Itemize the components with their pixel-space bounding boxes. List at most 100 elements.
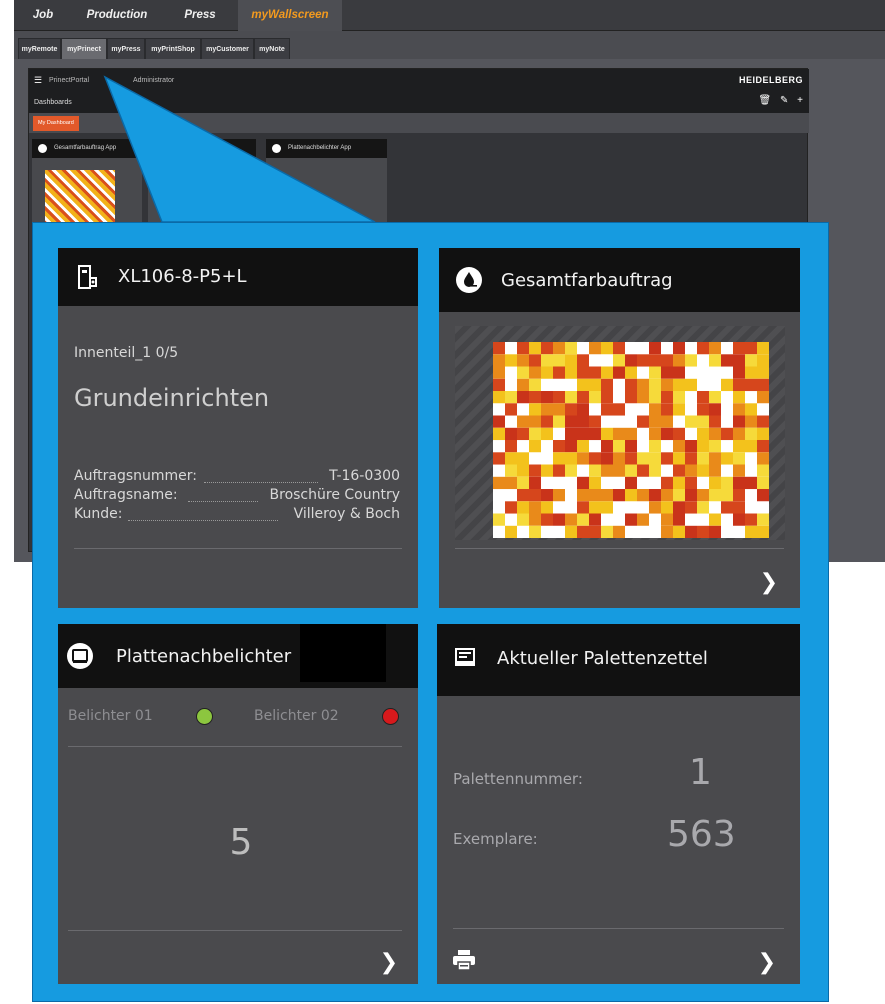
ink-coverage-cell xyxy=(553,342,565,355)
edit-icon[interactable]: ✎ xyxy=(780,95,788,106)
ink-coverage-cell xyxy=(733,501,745,514)
ink-coverage-cell xyxy=(553,464,565,477)
ink-coverage-cell xyxy=(721,427,733,441)
machine-icon xyxy=(76,264,100,290)
add-icon[interactable]: + xyxy=(797,95,803,106)
ink-coverage-cell xyxy=(709,391,721,404)
ink-coverage-cell xyxy=(565,452,577,465)
ink-coverage-cell xyxy=(637,378,649,392)
platesetter-tile[interactable]: Plattenachbelichter Belichter 01 Belicht… xyxy=(58,624,418,984)
ink-coverage-cell xyxy=(577,378,589,392)
ink-coverage-cell xyxy=(577,513,589,526)
ink-coverage-cell xyxy=(529,342,541,355)
ink-coverage-cell xyxy=(661,391,673,404)
ink-coverage-cell xyxy=(565,391,577,404)
ink-tile[interactable]: Gesamtfarbauftrag ❯ xyxy=(439,248,800,608)
top-tab-mywallscreen[interactable]: myWallscreen xyxy=(238,0,342,31)
ink-coverage-cell xyxy=(733,403,745,416)
sub-tab-myprinect[interactable]: myPrinect xyxy=(61,38,107,59)
pallet-number-label: Palettennummer: xyxy=(453,770,583,788)
ink-coverage-cell xyxy=(601,525,613,538)
ink-coverage-cell xyxy=(553,415,565,428)
ink-coverage-cell xyxy=(745,525,757,538)
sub-tab-mycustomer[interactable]: myCustomer xyxy=(201,38,254,59)
platesetter-tile-header: Plattenachbelichter xyxy=(58,624,418,688)
ink-coverage-cell xyxy=(589,427,601,441)
sub-tab-myprintshop[interactable]: myPrintShop xyxy=(145,38,201,59)
ink-coverage-cell xyxy=(697,501,709,514)
chevron-right-icon[interactable]: ❯ xyxy=(758,950,776,975)
ink-coverage-cell xyxy=(673,452,685,465)
ink-coverage-cell xyxy=(673,391,685,404)
ink-coverage-cell xyxy=(493,427,505,441)
ink-coverage-cell xyxy=(601,366,613,379)
ink-coverage-cell xyxy=(733,476,745,490)
ink-coverage-cell xyxy=(493,354,505,367)
sub-tab-myremote[interactable]: myRemote xyxy=(18,38,61,59)
ink-coverage-cell xyxy=(709,342,721,355)
ink-coverage-cell xyxy=(517,354,529,367)
ink-coverage-cell xyxy=(721,354,733,367)
exposer-02-label: Belichter 02 xyxy=(254,708,339,724)
sub-tab-mypress[interactable]: myPress xyxy=(107,38,145,59)
ink-coverage-cell xyxy=(577,440,589,453)
top-tab-press[interactable]: Press xyxy=(162,0,238,31)
top-tab-job[interactable]: Job xyxy=(14,0,72,31)
ink-coverage-cell xyxy=(757,513,769,526)
ink-coverage-cell xyxy=(757,366,769,379)
ink-coverage-cell xyxy=(541,489,553,502)
ink-coverage-cell xyxy=(661,501,673,514)
ink-coverage-cell xyxy=(589,501,601,514)
ink-coverage-cell xyxy=(541,342,553,355)
ink-coverage-cell xyxy=(661,366,673,379)
ink-coverage-cell xyxy=(601,378,613,392)
ink-coverage-cell xyxy=(601,403,613,416)
divider xyxy=(68,930,402,931)
ink-coverage-cell xyxy=(601,501,613,514)
ink-coverage-cell xyxy=(757,427,769,441)
top-tab-production[interactable]: Production xyxy=(72,0,162,31)
chevron-right-icon[interactable]: ❯ xyxy=(380,950,398,975)
machine-tile[interactable]: XL106-8-P5+L Innenteil_1 0/5 Grundeinric… xyxy=(58,248,418,608)
ink-coverage-cell xyxy=(601,391,613,404)
ink-coverage-cell xyxy=(709,525,721,538)
ink-coverage-cell xyxy=(613,525,625,538)
delete-icon[interactable]: 🗑 xyxy=(759,95,772,106)
mini-tile-label: Gesamtfarbauftrag App xyxy=(54,145,117,151)
ink-coverage-cell xyxy=(697,452,709,465)
ink-coverage-cell xyxy=(517,501,529,514)
ink-coverage-cell xyxy=(733,378,745,392)
order-name-label: Auftragsname: xyxy=(74,487,178,503)
my-dashboard-tab[interactable]: My Dashboard xyxy=(33,116,79,131)
ink-coverage-cell xyxy=(601,464,613,477)
ink-drop-icon xyxy=(38,144,47,153)
chevron-right-icon[interactable]: ❯ xyxy=(760,570,778,595)
machine-tile-header: XL106-8-P5+L xyxy=(58,248,418,306)
ink-coverage-cell xyxy=(649,378,661,392)
ink-coverage-cell xyxy=(757,354,769,367)
ink-coverage-cell xyxy=(673,427,685,441)
ink-coverage-cell xyxy=(601,342,613,355)
menu-icon[interactable]: ☰ xyxy=(34,75,42,86)
sub-tab-mynote[interactable]: myNote xyxy=(254,38,290,59)
ink-preview-frame xyxy=(455,326,785,540)
dashboard-tabstrip: My Dashboard xyxy=(29,113,809,133)
pallet-tile[interactable]: Aktueller Palettenzettel Palettennummer:… xyxy=(437,624,800,984)
ink-coverage-cell xyxy=(505,440,517,453)
pallet-tile-title: Aktueller Palettenzettel xyxy=(497,648,708,669)
ink-coverage-cell xyxy=(637,391,649,404)
ink-coverage-cell xyxy=(565,440,577,453)
ink-coverage-cell xyxy=(637,354,649,367)
ink-coverage-cell xyxy=(601,452,613,465)
print-icon[interactable] xyxy=(453,950,475,975)
ink-coverage-cell xyxy=(661,427,673,441)
ink-coverage-cell xyxy=(553,513,565,526)
ink-coverage-cell xyxy=(577,476,589,490)
ink-coverage-cell xyxy=(565,525,577,538)
exposer-01-label: Belichter 01 xyxy=(68,708,153,724)
ink-coverage-cell xyxy=(649,440,661,453)
ink-coverage-cell xyxy=(601,489,613,502)
ink-coverage-cell xyxy=(661,378,673,392)
ink-coverage-cell xyxy=(697,391,709,404)
ink-coverage-cell xyxy=(733,489,745,502)
